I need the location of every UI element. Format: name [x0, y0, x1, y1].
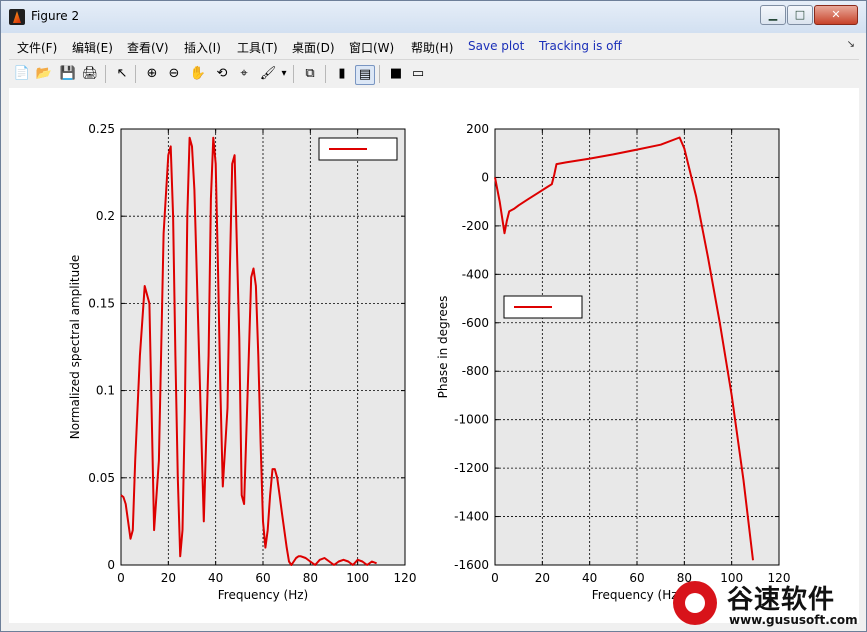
x-tick-label: 0 [117, 571, 125, 585]
x-tick-label: 80 [303, 571, 318, 585]
menu-tools[interactable]: 工具(T) [237, 39, 278, 56]
watermark-url: www.gususoft.com [729, 613, 858, 627]
window-title: Figure 2 [31, 9, 80, 23]
x-tick-label: 40 [208, 571, 223, 585]
pointer-icon[interactable]: ↖ [113, 65, 131, 83]
watermark: 谷速软件 www.gususoft.com [669, 575, 865, 631]
y-tick-label: -1600 [454, 558, 489, 572]
toolbar-separator [325, 65, 326, 83]
watermark-logo-icon [673, 581, 717, 625]
open-file-icon[interactable]: 📂 [35, 65, 53, 83]
toolbar-separator [105, 65, 106, 83]
x-tick-label: 60 [629, 571, 644, 585]
toolbar-separator [293, 65, 294, 83]
matlab-icon [9, 9, 25, 25]
x-tick-label: 60 [255, 571, 270, 585]
menu-save-plot[interactable]: Save plot [468, 39, 524, 53]
show-tools-icon[interactable]: ▭ [409, 65, 427, 83]
link-icon[interactable]: ⧉ [301, 65, 319, 83]
y-tick-label: 200 [466, 122, 489, 136]
y-tick-label: 0 [107, 558, 115, 572]
x-tick-label: 20 [535, 571, 550, 585]
menu-view[interactable]: 查看(V) [127, 39, 169, 56]
menu-desktop[interactable]: 桌面(D) [292, 39, 335, 56]
maximize-button[interactable]: □ [787, 5, 813, 25]
x-tick-label: 0 [491, 571, 499, 585]
rotate-icon[interactable]: ⟲ [213, 65, 231, 83]
toolbar-separator [135, 65, 136, 83]
new-figure-icon[interactable]: 📄 [13, 65, 31, 83]
colorbar-icon[interactable]: ▮ [333, 65, 351, 83]
menu-window[interactable]: 窗口(W) [349, 39, 394, 56]
y-tick-label: -800 [462, 364, 489, 378]
zoom-in-icon[interactable]: ⊕ [143, 65, 161, 83]
watermark-name: 谷速软件 [727, 585, 836, 615]
y-tick-label: 0.2 [96, 209, 115, 223]
legend-icon[interactable]: ▤ [355, 65, 375, 85]
figure-toolbar: 📄 📂 💾 🖨 ↖ ⊕ ⊖ ✋ ⟲ ⌖ 🖌 ▾ ⧉ ▮ ▤ ■ ▭ [9, 59, 859, 89]
y-tick-label: 0.15 [88, 296, 115, 310]
y-axis-label: Normalized spectral amplitude [68, 255, 82, 440]
y-tick-label: -200 [462, 219, 489, 233]
x-tick-label: 20 [161, 571, 176, 585]
print-icon[interactable]: 🖨 [81, 65, 99, 83]
menu-tracking[interactable]: Tracking is off [539, 39, 622, 53]
x-tick-label: 100 [346, 571, 369, 585]
y-tick-label: 0.1 [96, 384, 115, 398]
menu-bar: 文件(F) 编辑(E) 查看(V) 插入(I) 工具(T) 桌面(D) 窗口(W… [9, 35, 859, 57]
plot-area: 0 20 40 60 80 100 120 0 0.05 0.1 0.15 0.2 0.25 Freque… [68, 122, 790, 602]
title-bar[interactable]: Figure 2 ▁ □ ✕ [1, 1, 866, 33]
y-tick-label: -600 [462, 316, 489, 330]
menu-edit[interactable]: 编辑(E) [72, 39, 113, 56]
brush-dropdown-icon[interactable]: ▾ [279, 65, 289, 83]
y-tick-label: -1400 [454, 510, 489, 524]
y-tick-label: 0 [481, 170, 489, 184]
figure-canvas: 0 20 40 60 80 100 120 0 0.05 0.1 0.15 0.2 0.25 Freque… [9, 88, 859, 623]
zoom-out-icon[interactable]: ⊖ [165, 65, 183, 83]
figure-window: Figure 2 ▁ □ ✕ 文件(F) 编辑(E) 查看(V) 插入(I) 工… [0, 0, 867, 632]
y-tick-label: 0.25 [88, 122, 115, 136]
y-tick-label: 0.05 [88, 471, 115, 485]
y-tick-label: -1200 [454, 461, 489, 475]
hide-tools-icon[interactable]: ■ [387, 65, 405, 83]
brush-icon[interactable]: 🖌 [259, 65, 277, 83]
save-icon[interactable]: 💾 [59, 65, 77, 83]
toolbar-separator [379, 65, 380, 83]
data-cursor-icon[interactable]: ⌖ [235, 65, 253, 83]
minimize-button[interactable]: ▁ [760, 5, 786, 25]
x-tick-label: 120 [394, 571, 417, 585]
y-tick-label: -1000 [454, 413, 489, 427]
close-button[interactable]: ✕ [814, 5, 858, 25]
x-axis-label: Frequency (Hz) [218, 588, 309, 602]
menu-file[interactable]: 文件(F) [17, 39, 57, 56]
y-tick-label: -400 [462, 267, 489, 281]
dock-arrow-icon[interactable]: ↘ [847, 39, 855, 50]
menu-help[interactable]: 帮助(H) [411, 39, 453, 56]
menu-insert[interactable]: 插入(I) [184, 39, 221, 56]
pan-icon[interactable]: ✋ [189, 65, 207, 83]
x-tick-label: 40 [582, 571, 597, 585]
y-axis-label: Phase in degrees [436, 296, 450, 399]
